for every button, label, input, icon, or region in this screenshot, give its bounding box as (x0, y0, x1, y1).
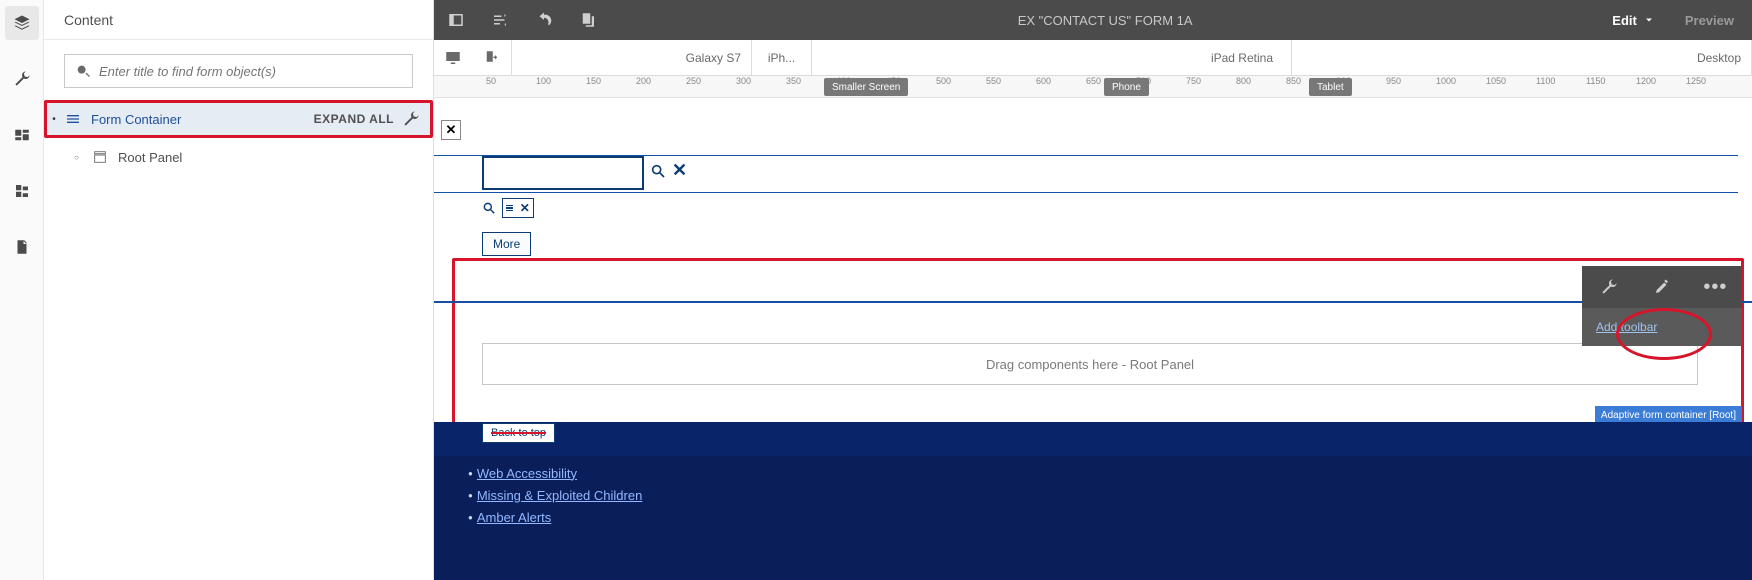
left-rail (0, 0, 44, 580)
footer-link[interactable]: Amber Alerts (477, 510, 551, 525)
tree-item-form-container[interactable]: • Form Container EXPAND ALL (44, 100, 433, 138)
footer-link[interactable]: Web Accessibility (477, 466, 577, 481)
clear-icon[interactable]: ✕ (672, 160, 687, 181)
device-breakpoint-bar: Galaxy S7 iPh... iPad Retina Desktop (434, 40, 1752, 76)
breakpoint-chip[interactable]: Smaller Screen (824, 78, 908, 96)
assets-icon[interactable] (5, 118, 39, 152)
page-footer-strip (434, 422, 1752, 456)
expand-all-button[interactable]: EXPAND ALL (314, 112, 394, 126)
breakpoint-ipad-retina[interactable]: iPad Retina (812, 40, 1292, 75)
form-sub-controls: ✕ (482, 198, 534, 218)
selection-guide (434, 301, 1752, 303)
editor-canvas: ✕ ✕ ✕ More Drag components here - Root P… (434, 98, 1752, 580)
page-settings-icon[interactable] (478, 0, 522, 40)
list-item: ●Missing & Exploited Children (468, 484, 1752, 506)
content-tree: • Form Container EXPAND ALL ○ Root Panel (44, 96, 433, 180)
search-icon[interactable] (650, 163, 666, 179)
close-overlay-button[interactable]: ✕ (441, 120, 461, 140)
list-item: ●Amber Alerts (468, 506, 1752, 528)
editor-top-bar: EX "CONTACT US" FORM 1A Edit Preview (434, 0, 1752, 40)
data-sources-icon[interactable] (5, 230, 39, 264)
panel-row-icon[interactable]: ✕ (502, 198, 534, 218)
more-actions-icon[interactable]: ••• (1689, 266, 1742, 308)
more-button[interactable]: More (482, 232, 531, 256)
tree-item-root-panel[interactable]: ○ Root Panel (44, 138, 433, 176)
desktop-device-icon[interactable] (434, 40, 473, 75)
back-to-top-button[interactable]: Back to top (482, 423, 555, 443)
breakpoint-chip[interactable]: Phone (1104, 78, 1149, 96)
panel-icon (88, 149, 112, 165)
form-search-actions: ✕ (650, 160, 687, 181)
rotate-device-icon[interactable] (473, 40, 512, 75)
ruler: 5010015020025030035040045050055060065070… (434, 76, 1752, 98)
breakpoint-desktop[interactable]: Desktop (1292, 40, 1752, 75)
preview-button[interactable]: Preview (1667, 13, 1752, 28)
list-item: ●Web Accessibility (468, 462, 1752, 484)
selection-guide (434, 192, 1738, 193)
form-search-field[interactable] (482, 156, 644, 190)
footer-link[interactable]: Missing & Exploited Children (477, 488, 642, 503)
chevron-down-icon (1643, 14, 1655, 26)
add-toolbar-link[interactable]: Add toolbar (1596, 320, 1657, 334)
breakpoint-galaxy-s7[interactable]: Galaxy S7 (512, 40, 752, 75)
emulator-icon[interactable] (566, 0, 610, 40)
mode-edit-dropdown[interactable]: Edit (1600, 13, 1667, 28)
configure-icon[interactable] (402, 110, 420, 128)
content-panel: Content • Form Container EXPAND ALL ○ Ro… (44, 0, 434, 580)
layers-icon[interactable] (5, 6, 39, 40)
component-floating-toolbar: ••• Add toolbar (1582, 266, 1742, 346)
wrench-icon[interactable] (5, 62, 39, 96)
form-container-icon (61, 111, 85, 127)
page-title: EX "CONTACT US" FORM 1A (610, 13, 1600, 28)
search-icon (75, 63, 91, 79)
search-icon[interactable] (482, 201, 496, 215)
footer-link-list: ●Web Accessibility ●Missing & Exploited … (434, 456, 1752, 580)
side-panel-toggle-icon[interactable] (434, 0, 478, 40)
breakpoint-iphone[interactable]: iPh... (752, 40, 812, 75)
search-input[interactable] (99, 64, 402, 79)
content-panel-title: Content (44, 0, 433, 40)
edit-rules-icon[interactable] (1635, 266, 1688, 308)
content-search[interactable] (64, 54, 413, 88)
breakpoint-chip[interactable]: Tablet (1309, 78, 1352, 96)
root-panel-drop-zone[interactable]: Drag components here - Root Panel (482, 343, 1698, 385)
configure-icon[interactable] (1582, 266, 1635, 308)
undo-icon[interactable] (522, 0, 566, 40)
components-icon[interactable] (5, 174, 39, 208)
